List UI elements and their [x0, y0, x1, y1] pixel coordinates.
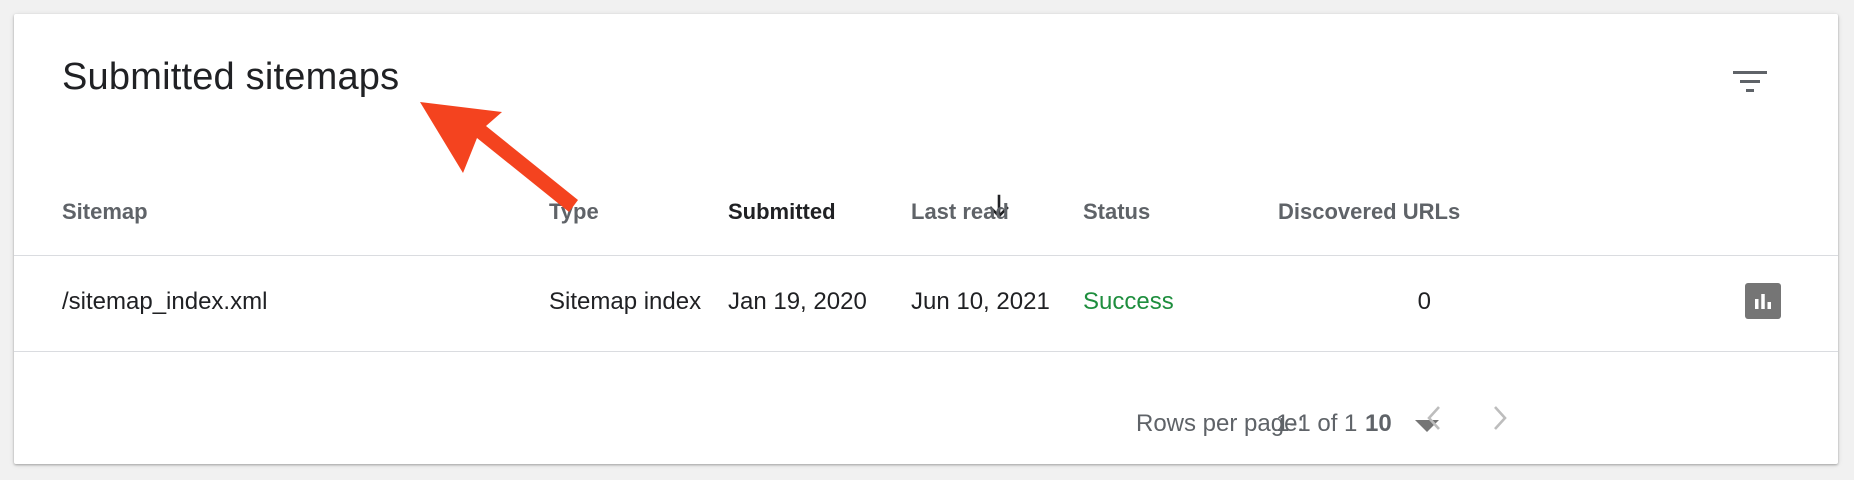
row-divider [14, 351, 1838, 352]
previous-page-button[interactable] [1410, 394, 1458, 442]
view-chart-button[interactable] [1745, 283, 1781, 319]
cell-type: Sitemap index [549, 288, 702, 315]
column-header-last-read[interactable]: Last read [911, 199, 1009, 225]
cell-status: Success [1083, 288, 1174, 315]
column-header-sitemap[interactable]: Sitemap [62, 199, 148, 225]
sitemaps-card: Submitted sitemaps Sitemap Type Submitte… [14, 14, 1838, 464]
filter-button[interactable] [1722, 54, 1778, 110]
column-header-discovered-urls[interactable]: Discovered URLs [1278, 199, 1460, 225]
cell-last-read: Jun 10, 2021 [911, 288, 1050, 315]
card-title: Submitted sitemaps [62, 56, 400, 98]
cell-sitemap: /sitemap_index.xml [62, 288, 268, 315]
rows-per-page-value: 10 [1365, 410, 1392, 437]
chevron-right-icon [1494, 406, 1507, 430]
column-header-submitted[interactable]: Submitted [728, 199, 836, 225]
table-row[interactable]: /sitemap_index.xml Sitemap index Jan 19,… [14, 256, 1838, 351]
column-header-type[interactable]: Type [549, 199, 599, 225]
cell-discovered-urls: 0 [1417, 288, 1431, 315]
cell-submitted: Jan 19, 2020 [728, 288, 867, 315]
pagination-range: 1-1 of 1 [1276, 410, 1358, 437]
chevron-left-icon [1427, 406, 1440, 430]
column-header-status[interactable]: Status [1083, 199, 1150, 225]
filter-icon [1733, 71, 1767, 92]
bar-chart-icon [1755, 294, 1771, 309]
next-page-button[interactable] [1476, 394, 1524, 442]
